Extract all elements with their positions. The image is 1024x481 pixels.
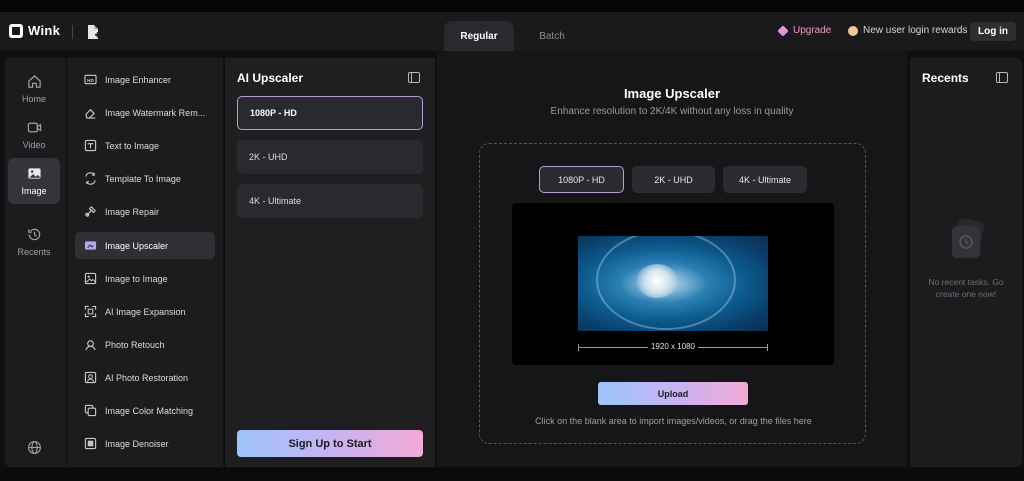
collapse-recents-icon[interactable]	[996, 72, 1008, 83]
wink-logo-icon	[9, 23, 23, 38]
diamond-icon	[777, 24, 789, 37]
tool-label: Image Repair	[105, 206, 160, 217]
app-logo[interactable]: Wink	[9, 23, 60, 38]
recents-panel: Recents No recent tasks. Go create one n…	[910, 58, 1022, 467]
jellyfish-core	[636, 264, 678, 298]
tab-batch[interactable]: Batch	[514, 21, 590, 51]
restore-icon	[84, 371, 97, 384]
upload-button[interactable]: Upload	[598, 382, 748, 405]
tool-watermark-remover[interactable]: Image Watermark Rem...	[75, 99, 215, 126]
nav-recents[interactable]: Recents	[8, 219, 60, 265]
image-to-image-icon	[84, 272, 97, 285]
dimension-tick-right	[767, 344, 768, 351]
tool-image-enhancer[interactable]: HD Image Enhancer	[75, 66, 215, 93]
main-canvas: Image Upscaler Enhance resolution to 2K/…	[437, 51, 907, 467]
tool-label: Image Denoiser	[105, 438, 169, 449]
tool-ai-photo-restoration[interactable]: AI Photo Restoration	[75, 364, 215, 391]
rewards-label: New user login rewards	[863, 25, 968, 36]
mode-tabs: Regular Batch	[444, 21, 644, 51]
upgrade-link[interactable]: Upgrade	[777, 24, 832, 37]
collapse-panel-icon[interactable]	[408, 72, 420, 83]
svg-text:HD: HD	[87, 78, 94, 83]
nav-home-label: Home	[21, 94, 46, 104]
header-bar: Wink Regular Batch Upgrade New user logi…	[0, 12, 1024, 51]
tool-ai-image-expansion[interactable]: AI Image Expansion	[75, 298, 215, 325]
nav-video[interactable]: Video	[8, 112, 60, 158]
tool-photo-retouch[interactable]: Photo Retouch	[75, 331, 215, 358]
template-icon	[85, 172, 96, 185]
tool-label: Image Color Matching	[105, 405, 194, 416]
quality-4k-button[interactable]: 4K - Ultimate	[723, 166, 807, 193]
tool-image-to-image[interactable]: Image to Image	[75, 265, 215, 292]
resolution-option-4k[interactable]: 4K - Ultimate	[237, 184, 423, 218]
hd-icon: HD	[84, 74, 97, 85]
tool-label: Photo Retouch	[105, 339, 165, 350]
repair-icon	[85, 206, 96, 217]
dimension-label: 1920 x 1080	[648, 342, 698, 351]
nav-image[interactable]: Image	[8, 158, 60, 204]
history-icon	[27, 228, 40, 241]
image-icon	[27, 168, 41, 179]
tool-template-to-image[interactable]: Template To Image	[75, 165, 215, 192]
tool-label: Template To Image	[105, 173, 181, 184]
tool-image-denoiser[interactable]: Image Denoiser	[75, 430, 215, 457]
color-match-icon	[84, 404, 97, 417]
home-icon	[27, 75, 41, 88]
denoise-icon	[84, 437, 97, 450]
app-name: Wink	[28, 23, 61, 38]
page-subtitle: Enhance resolution to 2K/4K without any …	[550, 106, 794, 117]
globe-icon[interactable]	[27, 440, 42, 455]
eraser-icon	[85, 108, 96, 119]
upload-hint: Click on the blank area to import images…	[535, 416, 812, 426]
tool-image-color-matching[interactable]: Image Color Matching	[75, 397, 215, 424]
quality-2k-button[interactable]: 2K - UHD	[632, 166, 715, 193]
tool-label: Image Upscaler	[105, 240, 169, 251]
jellyfish-sample-image	[578, 236, 768, 331]
upscaler-settings-panel: AI Upscaler 1080P - HD 2K - UHD 4K - Ult…	[225, 58, 435, 467]
tool-label: Image Enhancer	[105, 74, 172, 85]
upload-dropzone[interactable]: 1080P - HD 2K - UHD 4K - Ultimate 1920 x…	[479, 143, 866, 444]
tool-image-repair[interactable]: Image Repair	[75, 198, 215, 225]
tool-image-upscaler[interactable]: Image Upscaler	[75, 232, 215, 259]
text-image-icon	[84, 139, 97, 152]
video-icon	[27, 122, 41, 133]
tool-label: Image to Image	[105, 273, 168, 284]
recents-title: Recents	[922, 71, 969, 85]
tool-label: Image Watermark Rem...	[105, 107, 206, 118]
quality-1080p-button[interactable]: 1080P - HD	[539, 166, 624, 193]
resolution-option-2k[interactable]: 2K - UHD	[237, 140, 423, 174]
bottom-strip	[0, 468, 1024, 481]
upgrade-label: Upgrade	[793, 25, 832, 36]
tool-text-to-image[interactable]: Text to Image	[75, 132, 215, 159]
upscale-icon	[84, 241, 97, 250]
nav-recents-label: Recents	[17, 247, 51, 257]
retouch-icon	[85, 340, 96, 351]
tab-regular[interactable]: Regular	[444, 21, 514, 51]
header-divider	[72, 25, 73, 39]
nav-image-label: Image	[21, 186, 47, 196]
tool-label: Text to Image	[105, 140, 160, 151]
page-title: Image Upscaler	[623, 86, 721, 101]
empty-tasks-icon	[952, 218, 985, 258]
rewards-link[interactable]: New user login rewards	[848, 25, 968, 36]
document-add-icon[interactable]	[86, 24, 100, 40]
tool-label: AI Image Expansion	[105, 306, 186, 317]
sample-preview: 1920 x 1080	[512, 203, 834, 365]
coin-icon	[848, 25, 858, 36]
nav-home[interactable]: Home	[8, 66, 60, 112]
nav-video-label: Video	[22, 140, 46, 150]
tool-label: AI Photo Restoration	[105, 372, 189, 383]
top-strip	[0, 0, 1024, 12]
panel-title: AI Upscaler	[237, 71, 304, 85]
sign-up-button[interactable]: Sign Up to Start	[237, 430, 423, 457]
empty-recents-text: No recent tasks. Go create one now!	[928, 277, 1004, 299]
tool-list: HD Image Enhancer Image Watermark Rem...…	[67, 58, 223, 467]
left-nav: Home Video Image Recents	[5, 58, 66, 467]
resolution-option-1080p[interactable]: 1080P - HD	[237, 96, 423, 130]
login-button[interactable]: Log in	[970, 22, 1016, 41]
expand-icon	[84, 305, 97, 318]
